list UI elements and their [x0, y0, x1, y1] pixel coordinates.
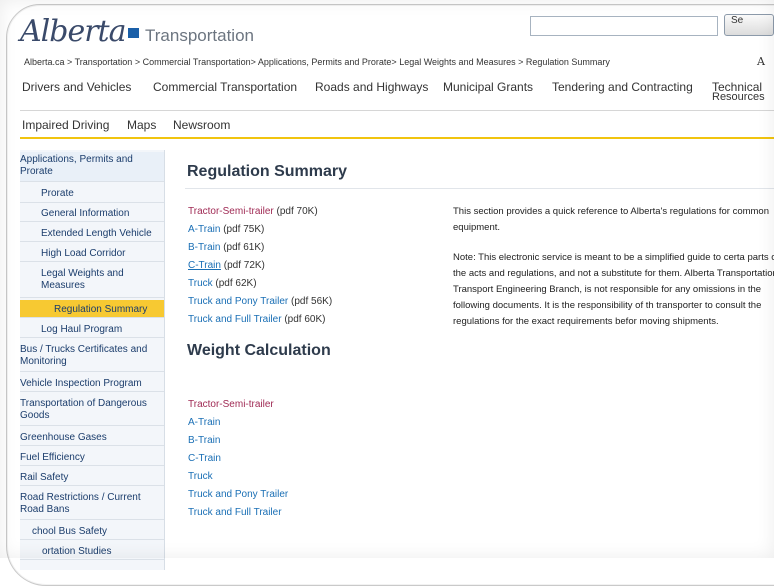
department-title: Transportation	[145, 26, 254, 45]
pdf-link-row: Truck and Full Trailer (pdf 60K)	[188, 311, 332, 329]
page-title: Regulation Summary	[187, 163, 348, 180]
weight-link[interactable]: Truck	[188, 468, 288, 486]
weight-calculation-title: Weight Calculation	[187, 342, 331, 359]
intro-text: This section provides a quick reference …	[453, 206, 769, 233]
accent-bar	[20, 137, 774, 139]
pdf-link-list: Tractor-Semi-trailer (pdf 70K) A-Train (…	[188, 203, 332, 329]
sidebar-item-fuel-efficiency[interactable]: Fuel Efficiency	[20, 448, 164, 466]
pdf-link[interactable]: Truck and Pony Trailer	[188, 296, 288, 307]
sidebar-item-log-haul[interactable]: Log Haul Program	[20, 320, 164, 338]
pdf-link[interactable]: B-Train	[188, 242, 220, 253]
flag-icon	[127, 28, 139, 38]
nav-tendering-and-contracting[interactable]: Tendering and Contracting	[552, 80, 693, 94]
pdf-link-row: Truck (pdf 62K)	[188, 275, 332, 293]
pdf-link[interactable]: Truck	[188, 278, 213, 289]
sidebar-item-general-information[interactable]: General Information	[20, 204, 164, 222]
nav-municipal-grants[interactable]: Municipal Grants	[443, 80, 533, 94]
pdf-link-row: C-Train (pdf 72K)	[188, 257, 332, 275]
nav-drivers-and-vehicles[interactable]: Drivers and Vehicles	[22, 80, 131, 94]
pdf-size: (pdf 56K)	[288, 296, 333, 307]
sidebar-item-bus-trucks[interactable]: Bus / Trucks Certificates and Monitoring	[20, 340, 164, 372]
breadcrumb[interactable]: Alberta.ca > Transportation > Commercial…	[24, 57, 610, 67]
nav-maps[interactable]: Maps	[127, 118, 156, 132]
pdf-link-row: Truck and Pony Trailer (pdf 56K)	[188, 293, 332, 311]
pdf-size: (pdf 75K)	[220, 224, 265, 235]
alberta-logo[interactable]: Alberta	[20, 14, 145, 49]
sidebar-item-rail-safety[interactable]: Rail Safety	[20, 468, 164, 486]
description-panel: This section provides a quick reference …	[453, 204, 774, 344]
weight-link-list: Tractor-Semi-trailer A-Train B-Train C-T…	[188, 396, 288, 522]
pdf-size: (pdf 70K)	[273, 206, 318, 217]
sidebar-item-transportation-studies[interactable]: ortation Studies	[20, 542, 164, 560]
weight-link[interactable]: A-Train	[188, 414, 288, 432]
note-text: Note: This electronic service is meant t…	[453, 252, 774, 327]
pdf-link[interactable]: A-Train	[188, 224, 220, 235]
font-size-toggle[interactable]: A	[757, 55, 765, 68]
weight-link[interactable]: Truck and Pony Trailer	[188, 486, 288, 504]
nav-roads-and-highways[interactable]: Roads and Highways	[315, 80, 428, 94]
sidebar-item-school-bus[interactable]: chool Bus Safety	[20, 522, 164, 540]
weight-link[interactable]: C-Train	[188, 450, 288, 468]
pdf-link-row: A-Train (pdf 75K)	[188, 221, 332, 239]
pdf-size: (pdf 62K)	[212, 278, 257, 289]
nav-commercial-transportation[interactable]: Commercial Transportation	[153, 80, 297, 94]
search-input[interactable]	[530, 16, 718, 36]
sidebar-item-prorate[interactable]: Prorate	[20, 185, 164, 203]
weight-link[interactable]: Truck and Full Trailer	[188, 504, 288, 522]
nav-newsroom[interactable]: Newsroom	[173, 118, 230, 132]
pdf-link[interactable]: C-Train	[188, 260, 221, 271]
pdf-size: (pdf 61K)	[220, 242, 265, 253]
sidebar-item-road-restrictions[interactable]: Road Restrictions / Current Road Bans	[20, 488, 164, 520]
sidebar: Applications, Permits and Prorate Prorat…	[20, 150, 165, 570]
nav-divider	[20, 110, 774, 111]
sidebar-item-applications[interactable]: Applications, Permits and Prorate	[20, 152, 164, 182]
pdf-size: (pdf 60K)	[281, 314, 326, 325]
search-button[interactable]: Se	[724, 14, 774, 36]
weight-link[interactable]: Tractor-Semi-trailer	[188, 396, 288, 414]
logo-text: Alberta	[20, 14, 126, 49]
sidebar-item-greenhouse-gases[interactable]: Greenhouse Gases	[20, 428, 164, 446]
weight-link[interactable]: B-Train	[188, 432, 288, 450]
sidebar-item-dangerous-goods[interactable]: Transportation of Dangerous Goods	[20, 394, 164, 426]
pdf-size: (pdf 72K)	[220, 260, 265, 271]
nav-impaired-driving[interactable]: Impaired Driving	[22, 118, 109, 132]
sidebar-item-legal-weights[interactable]: Legal Weights and Measures	[20, 264, 164, 298]
pdf-link[interactable]: Truck and Full Trailer	[188, 314, 282, 325]
title-divider	[185, 188, 774, 189]
pdf-link-row: B-Train (pdf 61K)	[188, 239, 332, 257]
pdf-link[interactable]: Tractor-Semi-trailer	[188, 206, 274, 217]
sidebar-item-extended-length[interactable]: Extended Length Vehicle	[20, 224, 164, 242]
pdf-link-row: Tractor-Semi-trailer (pdf 70K)	[188, 203, 332, 221]
sidebar-item-vehicle-inspection[interactable]: Vehicle Inspection Program	[20, 374, 164, 392]
sidebar-item-high-load[interactable]: High Load Corridor	[20, 244, 164, 262]
nav-resources[interactable]: Resources	[712, 91, 765, 103]
sidebar-item-regulation-summary[interactable]: Regulation Summary	[20, 300, 164, 318]
